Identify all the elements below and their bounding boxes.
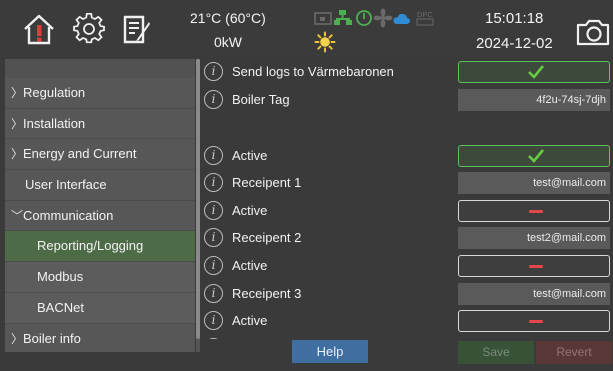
chevron-right-icon: 〉 <box>11 147 24 162</box>
info-icon[interactable]: i <box>204 228 223 247</box>
clock-date: 2024-12-02 <box>476 35 553 52</box>
recipient-2-field[interactable]: test2@mail.com <box>458 227 610 249</box>
setting-row-boiler-tag: i Boiler Tag 4f2u-74sj-7djh <box>200 87 613 115</box>
recipient-3-field[interactable]: test@mail.com <box>458 283 610 305</box>
sidebar-item-reporting-logging[interactable]: Reporting/Logging <box>5 231 195 263</box>
sidebar-item-label: Regulation <box>23 85 86 100</box>
sidebar-scroll-header <box>5 59 195 78</box>
setting-label: Boiler Tag <box>232 92 290 107</box>
info-icon[interactable]: i <box>204 256 223 275</box>
gear-icon[interactable] <box>72 12 106 46</box>
chevron-right-icon: 〉 <box>11 116 24 131</box>
setting-label: Active <box>232 258 268 273</box>
setting-label: Active <box>232 203 268 218</box>
active-3-toggle[interactable] <box>458 255 610 277</box>
sidebar-item-label: Installation <box>23 115 86 131</box>
settings-sidebar: 〉Regulation 〉Installation 〉Energy and Cu… <box>5 59 195 352</box>
info-icon[interactable]: i <box>204 284 223 303</box>
revert-button[interactable]: Revert <box>536 341 612 364</box>
power-readout: 0kW <box>214 34 242 50</box>
sidebar-item-regulation[interactable]: 〉Regulation <box>5 78 195 109</box>
sidebar-item-energy-and-current[interactable]: 〉Energy and Current <box>5 139 195 171</box>
camera-icon[interactable] <box>575 16 611 48</box>
sidebar-item-label: Modbus <box>37 269 84 285</box>
sidebar-item-label: Communication <box>23 207 114 223</box>
setting-row-active-4: i Active <box>200 308 613 336</box>
sidebar-item-label: Boiler info <box>23 330 81 346</box>
setting-label: Send logs to Värmebaronen <box>232 64 394 79</box>
home-alert-icon[interactable] <box>22 12 56 46</box>
sidebar-item-bacnet[interactable]: BACNet <box>5 292 195 324</box>
sidebar-item-boiler-info[interactable]: 〉Boiler info <box>5 323 195 352</box>
network-status-icon <box>334 10 352 25</box>
setting-label: Active <box>232 313 268 328</box>
info-icon[interactable]: i <box>204 62 223 81</box>
cloud-status-icon <box>393 13 411 24</box>
top-bar: 21°C (60°C) 0kW DPC 15:01:18 2024-12-02 <box>0 0 613 57</box>
info-icon[interactable]: i <box>204 146 223 165</box>
setting-label: Receipent 3 <box>232 286 302 301</box>
setting-row-active-3: i Active <box>200 253 613 281</box>
sun-icon <box>314 31 336 53</box>
setting-row-active-1: i Active <box>200 143 613 171</box>
setting-label: Receipent 2 <box>232 230 302 245</box>
minus-icon <box>529 210 543 213</box>
sidebar-item-label: Reporting/Logging <box>37 238 144 254</box>
clock-time: 15:01:18 <box>485 10 544 27</box>
fan-status-icon <box>373 8 393 28</box>
boiler-tag-field[interactable]: 4f2u-74sj-7djh <box>458 89 610 111</box>
sidebar-item-user-interface[interactable]: User Interface <box>5 170 195 201</box>
info-icon[interactable] <box>204 338 223 339</box>
setting-row-send-logs: i Send logs to Värmebaronen <box>200 59 613 87</box>
setting-row-recipient-3: i Receipent 3 test@mail.com <box>200 281 613 309</box>
chevron-right-icon: 〉 <box>11 86 24 100</box>
status-icons: DPC <box>314 8 434 28</box>
info-icon[interactable]: i <box>204 90 223 109</box>
active-4-toggle[interactable] <box>458 310 610 332</box>
setting-row-active-2: i Active <box>200 198 613 226</box>
sidebar-item-modbus[interactable]: Modbus <box>5 262 195 293</box>
setting-label: Active <box>232 148 268 163</box>
setting-row-partial <box>200 335 613 339</box>
info-icon[interactable]: i <box>204 201 223 220</box>
sidebar-item-installation[interactable]: 〉Installation <box>5 108 195 140</box>
setting-label: Receipent 1 <box>232 175 302 190</box>
minus-icon <box>529 320 543 323</box>
notepad-icon[interactable] <box>119 12 153 46</box>
save-button[interactable]: Save <box>458 341 534 364</box>
reporting-settings-panel: i Send logs to Värmebaronen i Boiler Tag… <box>200 59 613 339</box>
checkmark-icon <box>528 149 545 163</box>
dpc-status-text: DPC <box>417 10 433 19</box>
minus-icon <box>529 265 543 268</box>
setting-row-recipient-2: i Receipent 2 test2@mail.com <box>200 225 613 253</box>
send-logs-toggle[interactable] <box>458 61 610 83</box>
chevron-right-icon: 〉 <box>11 331 24 346</box>
sidebar-item-label: Energy and Current <box>23 146 137 162</box>
recipient-1-field[interactable]: test@mail.com <box>458 172 610 194</box>
info-icon[interactable]: i <box>204 311 223 330</box>
active-1-toggle[interactable] <box>458 145 610 167</box>
sidebar-item-label: User Interface <box>25 177 107 193</box>
sidebar-item-label: BACNet <box>37 299 84 315</box>
sidebar-item-communication[interactable]: ﹀Communication <box>5 200 195 232</box>
chevron-down-icon: ﹀ <box>11 208 24 223</box>
temperature-readout: 21°C (60°C) <box>190 10 266 26</box>
setting-row-recipient-1: i Receipent 1 test@mail.com <box>200 170 613 198</box>
checkmark-icon <box>528 65 545 79</box>
info-icon[interactable]: i <box>204 173 223 192</box>
active-2-toggle[interactable] <box>458 200 610 222</box>
help-button[interactable]: Help <box>292 340 368 363</box>
